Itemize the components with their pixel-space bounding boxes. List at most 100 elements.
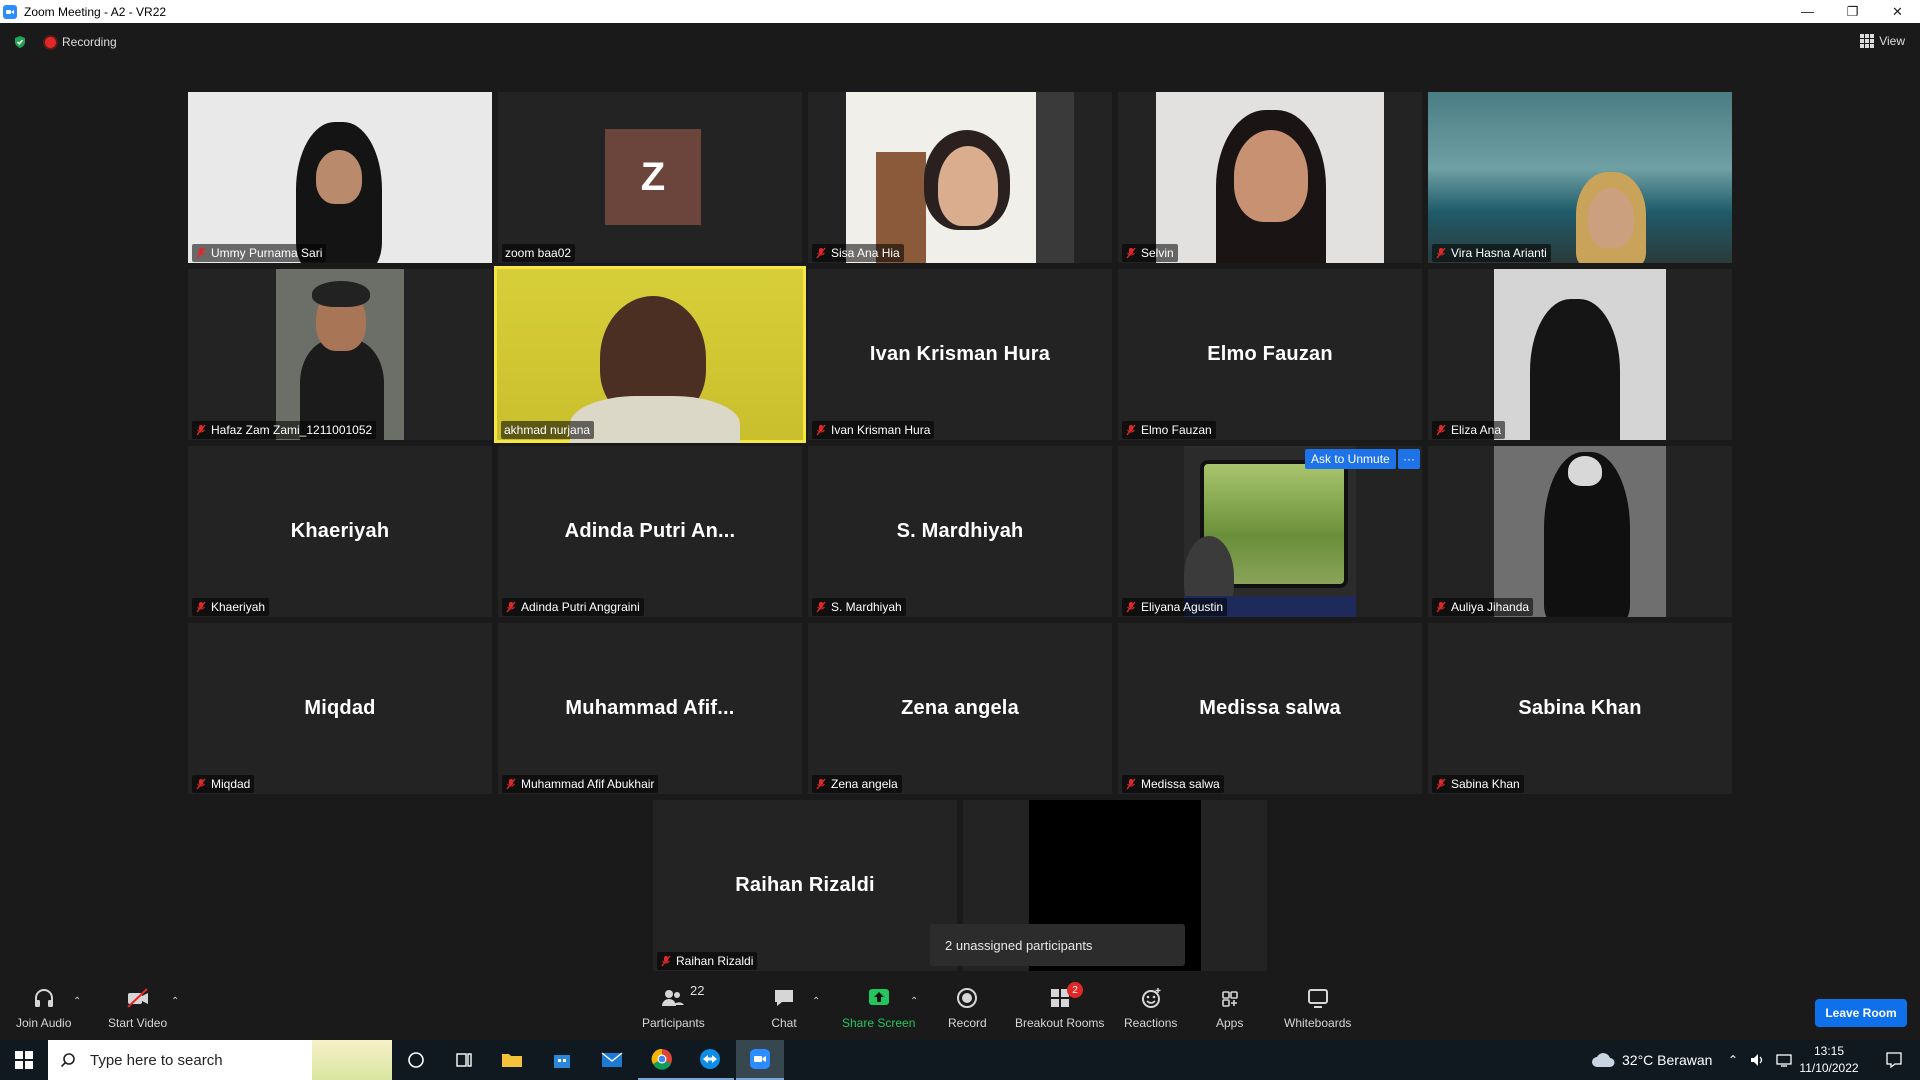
- mail-button[interactable]: [588, 1040, 636, 1080]
- participant-display-name: Khaeriyah: [290, 520, 390, 542]
- cortana-button[interactable]: [392, 1040, 440, 1080]
- weather-widget[interactable]: 32°C Berawan: [1590, 1040, 1712, 1080]
- start-video-button[interactable]: Start Video: [108, 986, 167, 1030]
- participant-name-label: Medissa salwa: [1122, 775, 1224, 793]
- notifications-button[interactable]: [1870, 1040, 1918, 1080]
- shield-check-icon[interactable]: [13, 35, 27, 49]
- participant-video: [1184, 446, 1356, 617]
- reactions-button[interactable]: Reactions: [1124, 986, 1177, 1030]
- view-button[interactable]: View: [1860, 34, 1905, 48]
- taskbar-search-box[interactable]: Type here to search: [48, 1040, 392, 1080]
- search-highlight-image: [312, 1040, 392, 1080]
- breakout-rooms-button[interactable]: 2 Breakout Rooms: [1015, 982, 1104, 1030]
- participant-tile[interactable]: Medissa salwa Medissa salwa: [1118, 623, 1422, 794]
- taskbar-clock[interactable]: 13:15 11/10/2022: [1794, 1043, 1864, 1077]
- mic-muted-icon: [1436, 247, 1446, 259]
- participant-avatar: Z: [605, 129, 701, 225]
- chat-options-chevron-icon[interactable]: ⌃: [812, 996, 820, 1007]
- speaker-icon[interactable]: [1750, 1053, 1766, 1067]
- participant-tile[interactable]: Miqdad Miqdad: [188, 623, 492, 794]
- mic-muted-icon: [196, 424, 206, 436]
- teamviewer-button[interactable]: [686, 1040, 734, 1080]
- recording-indicator[interactable]: Recording: [45, 35, 117, 49]
- participant-tile[interactable]: Vira Hasna Arianti: [1428, 92, 1732, 263]
- share-options-chevron-icon[interactable]: ⌃: [910, 996, 918, 1007]
- participant-tile[interactable]: Khaeriyah Khaeriyah: [188, 446, 492, 617]
- minimize-button[interactable]: —: [1785, 0, 1830, 23]
- participant-name-label: Raihan Rizaldi: [657, 952, 758, 970]
- participant-name-label: Eliyana Agustin: [1122, 598, 1228, 616]
- participant-display-name: Muhammad Afif...: [565, 697, 735, 719]
- participant-display-name: Ivan Krisman Hura: [869, 343, 1051, 365]
- participant-tile[interactable]: Zena angela Zena angela: [808, 623, 1112, 794]
- participant-tile[interactable]: Sisa Ana Hia: [808, 92, 1112, 263]
- video-options-chevron-icon[interactable]: ⌃: [171, 996, 179, 1007]
- video-off-icon: [126, 988, 148, 1008]
- participant-video: [1156, 92, 1384, 263]
- mic-muted-icon: [1436, 601, 1446, 613]
- participants-icon: [662, 990, 685, 1006]
- participant-tile[interactable]: Ummy Purnama Sari: [188, 92, 492, 263]
- record-button[interactable]: Record: [948, 986, 987, 1030]
- mic-muted-icon: [661, 955, 671, 967]
- zoom-taskbar-button[interactable]: [736, 1040, 784, 1080]
- unassigned-participants-tooltip[interactable]: 2 unassigned participants: [930, 924, 1185, 966]
- search-placeholder: Type here to search: [90, 1051, 223, 1069]
- participants-button[interactable]: 22 Participants: [642, 983, 705, 1030]
- participant-tile[interactable]: S. Mardhiyah S. Mardhiyah: [808, 446, 1112, 617]
- participant-tile[interactable]: Elmo Fauzan Elmo Fauzan: [1118, 269, 1422, 440]
- whiteboard-icon: [1307, 989, 1328, 1008]
- whiteboards-button[interactable]: Whiteboards: [1284, 986, 1351, 1030]
- join-audio-button[interactable]: Join Audio: [16, 986, 71, 1030]
- tray-overflow-chevron-icon[interactable]: ⌃: [1728, 1053, 1738, 1067]
- participant-tile[interactable]: Z zoom baa02: [498, 92, 802, 263]
- participant-tile[interactable]: Hafaz Zam Zami_1211001052: [188, 269, 492, 440]
- leave-room-button[interactable]: Leave Room: [1815, 999, 1907, 1027]
- system-tray: ⌃: [1728, 1040, 1792, 1080]
- participant-tile[interactable]: Sabina Khan Sabina Khan: [1428, 623, 1732, 794]
- participant-tile[interactable]: Auliya Jihanda: [1428, 446, 1732, 617]
- record-icon: [957, 988, 978, 1008]
- participant-tile[interactable]: Selvin: [1118, 92, 1422, 263]
- mic-muted-icon: [1126, 778, 1136, 790]
- mic-muted-icon: [1126, 247, 1136, 259]
- chrome-button[interactable]: [638, 1040, 686, 1080]
- participant-tile[interactable]: Eliyana Agustin: [1118, 446, 1422, 617]
- mic-muted-icon: [196, 778, 206, 790]
- participant-name-label: Sabina Khan: [1432, 775, 1524, 793]
- share-screen-button[interactable]: Share Screen: [842, 986, 915, 1030]
- participant-tile[interactable]: Muhammad Afif... Muhammad Afif Abukhair: [498, 623, 802, 794]
- restore-button[interactable]: ❐: [1830, 0, 1875, 23]
- store-button[interactable]: [538, 1040, 586, 1080]
- title-bar: Zoom Meeting - A2 - VR22 — ❐ ✕: [0, 0, 1920, 23]
- mic-muted-icon: [816, 424, 826, 436]
- apps-button[interactable]: Apps: [1216, 986, 1243, 1030]
- participant-tile[interactable]: Eliza Ana: [1428, 269, 1732, 440]
- participant-tile[interactable]: Ivan Krisman Hura Ivan Krisman Hura: [808, 269, 1112, 440]
- chat-button[interactable]: Chat: [771, 986, 797, 1030]
- mic-muted-icon: [1436, 424, 1446, 436]
- active-speaker-tile[interactable]: akhmad nurjana: [494, 266, 806, 443]
- task-view-icon: [456, 1053, 472, 1067]
- audio-options-chevron-icon[interactable]: ⌃: [73, 996, 81, 1007]
- participant-tile[interactable]: Raihan Rizaldi Raihan Rizaldi: [653, 800, 957, 971]
- file-explorer-button[interactable]: [488, 1040, 536, 1080]
- participant-name-label: Ivan Krisman Hura: [812, 421, 935, 439]
- participant-name-label: Vira Hasna Arianti: [1432, 244, 1551, 262]
- more-options-button[interactable]: ···: [1398, 449, 1420, 469]
- grid-view-icon: [1860, 34, 1875, 48]
- participant-display-name: Adinda Putri An...: [564, 520, 736, 542]
- participant-display-name: S. Mardhiyah: [896, 520, 1024, 542]
- participant-name-label: akhmad nurjana: [501, 421, 595, 439]
- zoom-app-icon: [750, 1049, 770, 1069]
- participant-tile[interactable]: Adinda Putri An... Adinda Putri Anggrain…: [498, 446, 802, 617]
- cloud-icon: [1592, 1053, 1615, 1067]
- close-button[interactable]: ✕: [1875, 0, 1920, 23]
- participant-display-name: Medissa salwa: [1199, 697, 1341, 719]
- network-icon[interactable]: [1776, 1053, 1792, 1067]
- search-icon: [60, 1053, 75, 1068]
- ask-to-unmute-button[interactable]: Ask to Unmute: [1305, 449, 1396, 469]
- participant-display-name: Sabina Khan: [1518, 697, 1642, 719]
- start-button[interactable]: [0, 1040, 48, 1080]
- task-view-button[interactable]: [440, 1040, 488, 1080]
